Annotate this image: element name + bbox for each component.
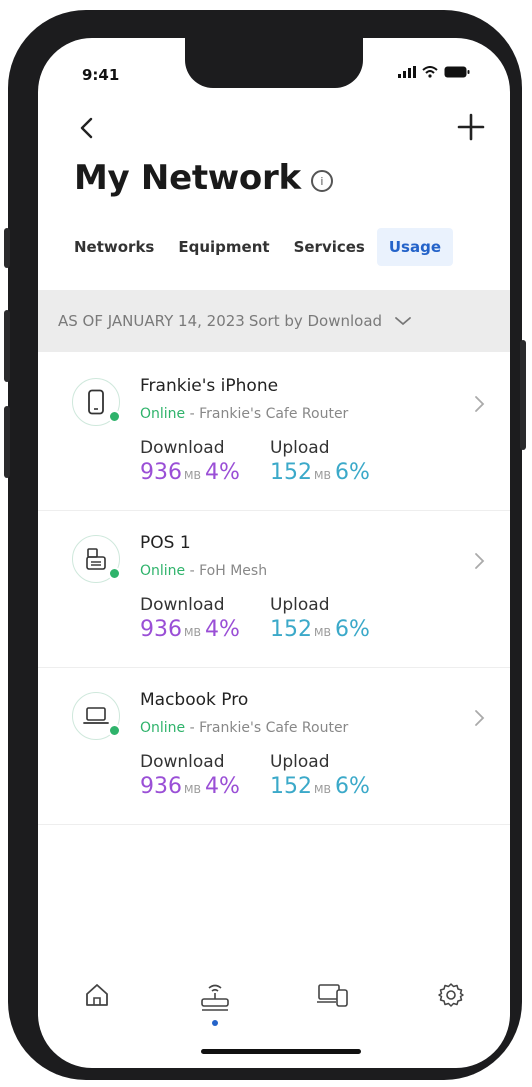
download-percent: 4% [205,774,240,799]
online-status: Online [140,720,186,736]
online-status-dot [108,410,121,423]
info-icon[interactable]: i [310,170,333,192]
tab-usage[interactable]: Usage [376,228,454,266]
upload-value: 152 [269,617,312,642]
sort-dropdown[interactable]: Sort by Download [249,312,382,330]
app-screen: 9:41 My Network i Networks Equipment Ser… [38,38,510,1068]
download-percent: 4% [205,460,240,485]
battery-icon [444,66,470,78]
download-label: Download [140,438,225,458]
online-status-dot [108,567,121,580]
device-status-line: Online - Frankie's Cafe Router [140,720,348,736]
home-icon [86,984,108,1006]
online-status: Online [140,406,186,422]
device-name: Macbook Pro [140,690,249,710]
download-value: 936 [140,617,182,642]
upload-label: Upload [269,595,330,615]
download-label: Download [140,595,225,615]
download-unit: MB [184,469,202,482]
download-metric: Download 936 MB 4% [140,438,240,485]
device-icon-wrapper [72,692,121,740]
silent-switch [4,228,10,268]
device-row[interactable]: Macbook Pro Online - Frankie's Cafe Rout… [38,668,510,825]
download-label: Download [140,752,225,772]
cellular-signal-icon [398,66,416,78]
tab-services[interactable]: Services [282,228,377,266]
active-nav-indicator [212,1020,218,1026]
phone-icon [88,389,104,415]
device-status-line: Online - FoH Mesh [140,563,267,579]
device-status-line: Online - Frankie's Cafe Router [140,406,348,422]
volume-down-button [4,406,10,478]
usage-metrics: Download 936 MB 4% Upload 152 MB 6% [140,752,370,799]
download-percent: 4% [205,617,240,642]
upload-metric: Upload 152 MB 6% [270,752,370,799]
upload-unit: MB [313,469,331,482]
nav-home[interactable] [67,980,127,1032]
back-button[interactable] [72,113,102,143]
status-time: 9:41 [82,66,120,84]
wifi-icon [422,66,438,78]
chevron-down-icon[interactable] [394,315,412,327]
bottom-nav [38,980,510,1040]
download-metric: Download 936 MB 4% [140,752,240,799]
nav-settings[interactable] [421,980,481,1032]
download-value: 936 [140,774,182,799]
download-unit: MB [184,783,202,796]
tab-bar: Networks Equipment Services Usage [62,228,500,266]
device-icon-wrapper [72,535,121,583]
device-list: Frankie's iPhone Online - Frankie's Cafe… [38,354,510,825]
usage-metrics: Download 936 MB 4% Upload 152 MB 6% [140,438,370,485]
device-name: Frankie's iPhone [140,376,279,396]
download-metric: Download 936 MB 4% [140,595,240,642]
download-unit: MB [184,626,202,639]
upload-percent: 6% [335,460,370,485]
upload-value: 152 [269,774,312,799]
tab-networks[interactable]: Networks [62,228,166,266]
home-indicator [201,1049,361,1054]
volume-up-button [4,310,10,382]
usage-metrics: Download 936 MB 4% Upload 152 MB 6% [140,595,370,642]
chevron-right-icon [475,553,485,569]
add-button[interactable] [454,110,488,144]
settings-gear-icon [438,983,464,1007]
router-icon [201,984,229,1011]
chevron-right-icon [475,396,485,412]
upload-metric: Upload 152 MB 6% [270,595,370,642]
device-row[interactable]: Frankie's iPhone Online - Frankie's Cafe… [38,354,510,511]
notch [185,38,363,88]
as-of-date: AS OF JANUARY 14, 2023 [58,312,245,330]
device-row[interactable]: POS 1 Online - FoH Mesh Download 936 MB 4%… [38,511,510,668]
upload-label: Upload [269,438,330,458]
chevron-right-icon [475,710,485,726]
upload-label: Upload [269,752,330,772]
devices-icon [317,984,348,1007]
laptop-icon [83,707,109,724]
pos-terminal-icon [86,548,106,570]
upload-percent: 6% [335,617,370,642]
phone-frame: 9:41 My Network i Networks Equipment Ser… [4,10,526,1080]
device-location: - Frankie's Cafe Router [185,720,349,736]
upload-percent: 6% [335,774,370,799]
filter-bar: AS OF JANUARY 14, 2023 Sort by Download [38,290,510,352]
online-status: Online [140,563,186,579]
page-title-text: My Network [74,158,301,198]
download-value: 936 [140,460,182,485]
device-icon-wrapper [72,378,121,426]
upload-unit: MB [313,783,331,796]
status-icons [398,66,470,78]
upload-metric: Upload 152 MB 6% [270,438,370,485]
page-title: My Network i [74,158,333,198]
device-location: - FoH Mesh [185,563,268,579]
online-status-dot [108,724,121,737]
power-button [520,340,526,450]
nav-devices[interactable] [303,980,363,1032]
tab-equipment[interactable]: Equipment [166,228,281,266]
upload-value: 152 [269,460,312,485]
device-name: POS 1 [140,533,191,553]
device-location: - Frankie's Cafe Router [185,406,349,422]
nav-network[interactable] [185,980,245,1032]
upload-unit: MB [313,626,331,639]
